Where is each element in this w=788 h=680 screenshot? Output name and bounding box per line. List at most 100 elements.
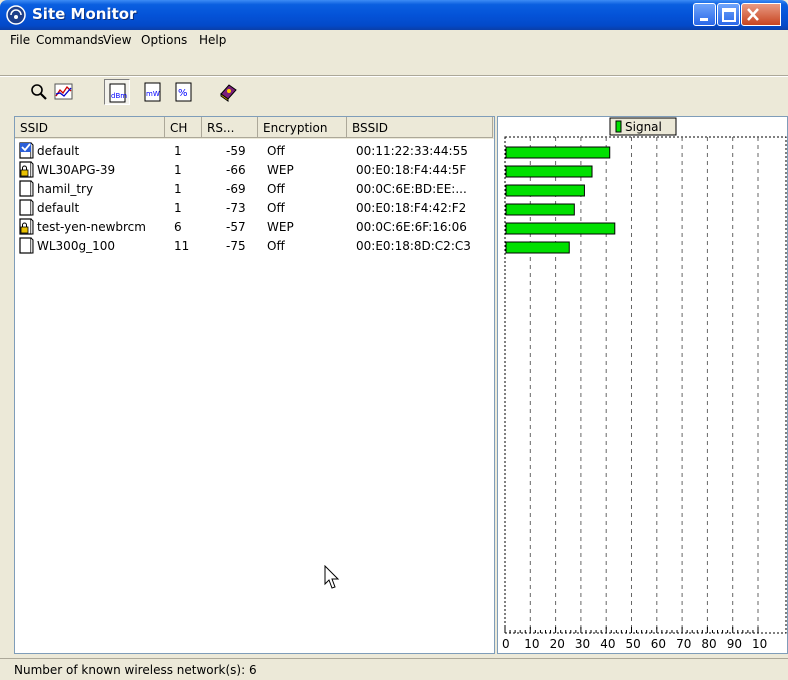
status-text: Number of known wireless network(s): 6 <box>14 663 257 677</box>
mw-view-button[interactable]: mW <box>140 79 166 105</box>
x-tick-label: 20 <box>550 637 565 651</box>
locked-network-icon <box>19 218 34 235</box>
signal-bar <box>505 165 593 178</box>
toolbar: dBm mW % <box>0 76 788 110</box>
cell-rssi: -73 <box>226 201 246 215</box>
minimize-button[interactable] <box>693 3 716 26</box>
signal-bar <box>505 203 575 216</box>
cell-bssid: 00:E0:18:8D:C2:C3 <box>356 239 471 253</box>
column-ssid[interactable]: SSID <box>15 117 165 138</box>
graph-icon <box>54 83 73 100</box>
x-tick-label: 70 <box>676 637 691 651</box>
x-tick-label: 10 <box>524 637 539 651</box>
column-rssi[interactable]: RS... <box>202 117 258 138</box>
legend-swatch <box>615 120 622 133</box>
column-bssid[interactable]: BSSID <box>347 117 493 138</box>
signal-bar <box>505 146 611 159</box>
connected-icon <box>19 142 34 159</box>
help-button[interactable] <box>215 79 241 105</box>
cell-encryption: WEP <box>267 163 294 177</box>
signal-chart-svg: 0 10 20 30 40 50 60 70 80 90 10 Signal <box>502 117 787 651</box>
signal-chart: 0 10 20 30 40 50 60 70 80 90 10 Signal <box>497 116 788 654</box>
maximize-button[interactable] <box>717 3 740 26</box>
cell-encryption: WEP <box>267 220 294 234</box>
cell-bssid: 00:0C:6E:6F:16:06 <box>356 220 467 234</box>
x-tick-label: 80 <box>701 637 716 651</box>
dbm-view-button[interactable]: dBm <box>104 79 130 105</box>
x-tick-label: 30 <box>575 637 590 651</box>
cell-ssid: WL300g_100 <box>37 239 115 253</box>
signal-bar <box>505 241 570 254</box>
menu-commands[interactable]: Commands <box>36 33 104 47</box>
cell-bssid: 00:11:22:33:44:55 <box>356 144 468 158</box>
cell-ssid: WL30APG-39 <box>37 163 116 177</box>
svg-text:%: % <box>178 88 188 99</box>
cell-ssid: default <box>37 144 80 158</box>
help-book-icon <box>220 84 237 102</box>
menu-file[interactable]: File <box>10 33 30 47</box>
table-row[interactable]: default 1 -59 Off 00:11:22:33:44:55 <box>15 141 494 160</box>
cell-bssid: 00:E0:18:F4:42:F2 <box>356 201 467 215</box>
cell-encryption: Off <box>267 239 285 253</box>
cell-bssid: 00:0C:6E:BD:EE:... <box>356 182 467 196</box>
cell-rssi: -69 <box>226 182 246 196</box>
app-icon <box>6 5 26 25</box>
search-button[interactable] <box>26 79 52 105</box>
svg-text:dBm: dBm <box>111 92 127 100</box>
table-row[interactable]: default 1 -73 Off 00:E0:18:F4:42:F2 <box>15 198 494 217</box>
x-tick-label: 60 <box>651 637 666 651</box>
svg-text:mW: mW <box>146 90 160 98</box>
column-ch[interactable]: CH <box>165 117 202 138</box>
network-icon <box>19 237 34 254</box>
x-tick-label: 50 <box>626 637 641 651</box>
x-tick-label: 90 <box>727 637 742 651</box>
menu-bar: File Commands View Options Help <box>0 30 788 50</box>
status-bar: Number of known wireless network(s): 6 <box>0 658 788 680</box>
menu-help[interactable]: Help <box>199 33 226 47</box>
cell-rssi: -75 <box>226 239 246 253</box>
menu-options[interactable]: Options <box>141 33 187 47</box>
column-encryption[interactable]: Encryption <box>258 117 347 138</box>
cell-rssi: -66 <box>226 163 246 177</box>
cell-ch: 1 <box>174 182 182 196</box>
cell-encryption: Off <box>267 201 285 215</box>
cell-rssi: -59 <box>226 144 246 158</box>
cell-encryption: Off <box>267 144 285 158</box>
cell-ch: 1 <box>174 144 182 158</box>
cell-ssid: test-yen-newbrcm <box>37 220 146 234</box>
search-icon <box>31 84 47 100</box>
list-header: SSID CH RS... Encryption BSSID <box>15 117 494 139</box>
network-icon <box>19 180 34 197</box>
percent-view-button[interactable]: % <box>171 79 197 105</box>
cell-ch: 11 <box>174 239 190 253</box>
x-tick-label: 0 <box>502 637 510 651</box>
percent-icon: % <box>175 82 192 102</box>
menu-view[interactable]: View <box>103 33 131 47</box>
x-tick-label: 10 <box>752 637 767 651</box>
title-bar: Site Monitor <box>0 0 788 30</box>
cell-ssid: default <box>37 201 80 215</box>
table-row[interactable]: WL300g_100 11 -75 Off 00:E0:18:8D:C2:C3 <box>15 236 494 255</box>
mouse-cursor <box>324 565 340 589</box>
locked-network-icon <box>19 161 34 178</box>
graph-button[interactable] <box>51 79 77 105</box>
cell-encryption: Off <box>267 182 285 196</box>
network-list[interactable]: SSID CH RS... Encryption BSSID default 1 -… <box>14 116 495 654</box>
legend-label: Signal <box>625 120 662 134</box>
signal-bar <box>505 222 616 235</box>
cell-ch: 1 <box>174 163 182 177</box>
cell-ch: 6 <box>174 220 182 234</box>
table-row[interactable]: hamil_try 1 -69 Off 00:0C:6E:BD:EE:... <box>15 179 494 198</box>
table-row[interactable]: test-yen-newbrcm 6 -57 WEP 00:0C:6E:6F:16:06 <box>15 217 494 236</box>
x-tick-label: 40 <box>600 637 615 651</box>
cell-rssi: -57 <box>226 220 246 234</box>
cell-ssid: hamil_try <box>37 182 94 196</box>
mw-icon: mW <box>144 82 161 102</box>
dbm-icon: dBm <box>109 83 127 103</box>
cell-ch: 1 <box>174 201 182 215</box>
network-icon <box>19 199 34 216</box>
table-row[interactable]: WL30APG-39 1 -66 WEP 00:E0:18:F4:44:5F <box>15 160 494 179</box>
window-title: Site Monitor <box>32 5 137 23</box>
close-button[interactable] <box>741 3 781 26</box>
cell-bssid: 00:E0:18:F4:44:5F <box>356 163 467 177</box>
